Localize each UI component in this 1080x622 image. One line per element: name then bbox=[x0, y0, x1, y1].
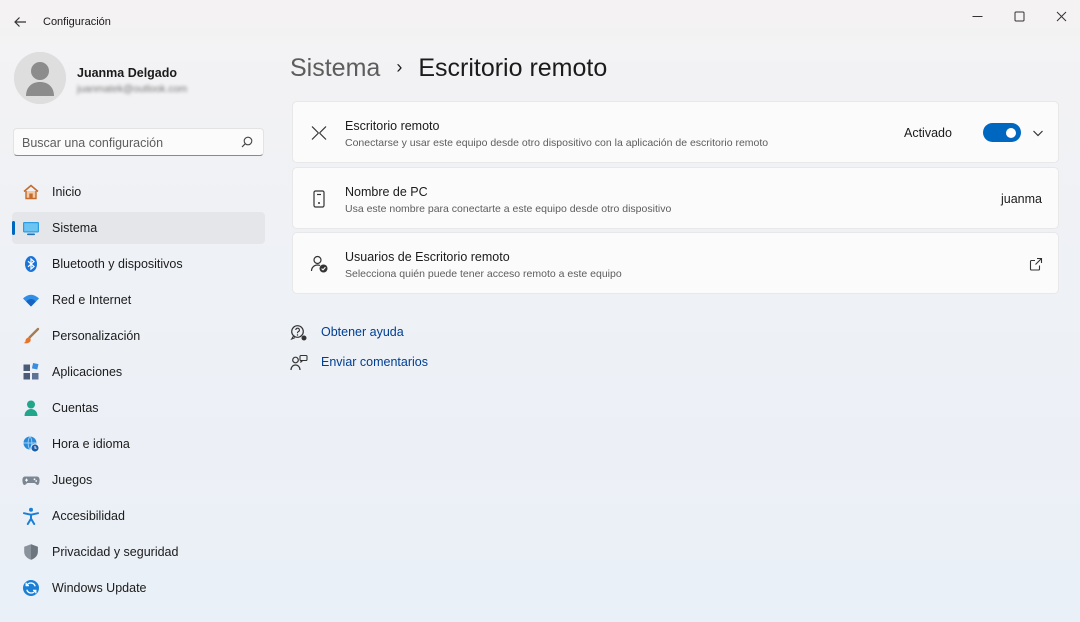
apps-icon bbox=[23, 363, 39, 380]
sidebar-item-label: Sistema bbox=[52, 221, 98, 235]
sidebar-item-label: Accesibilidad bbox=[52, 509, 125, 523]
user-check-icon bbox=[310, 255, 328, 273]
sidebar-item-hora[interactable]: Hora e idioma bbox=[12, 428, 265, 460]
back-arrow-icon[interactable] bbox=[10, 12, 30, 32]
sidebar-item-label: Cuentas bbox=[52, 401, 99, 415]
avatar[interactable] bbox=[14, 52, 66, 104]
sidebar-item-label: Aplicaciones bbox=[52, 365, 123, 379]
brush-icon bbox=[23, 327, 40, 344]
sidebar-item-red[interactable]: Red e Internet bbox=[12, 284, 265, 316]
account-icon bbox=[24, 400, 38, 416]
update-icon bbox=[23, 580, 39, 596]
remote-desktop-icon bbox=[311, 126, 327, 140]
card-title: Usuarios de Escritorio remoto bbox=[345, 250, 510, 264]
sidebar-item-label: Red e Internet bbox=[52, 293, 132, 307]
sidebar-item-inicio[interactable]: Inicio bbox=[12, 176, 265, 208]
sidebar-item-privacidad[interactable]: Privacidad y seguridad bbox=[12, 536, 265, 568]
help-chat-icon bbox=[290, 325, 307, 341]
settings-window: Configuración Juanma Delgado juanmatek@o… bbox=[0, 0, 1080, 622]
toggle-knob bbox=[1006, 127, 1016, 138]
sidebar-item-windows-update[interactable]: Windows Update bbox=[12, 572, 265, 604]
card-description: Usa este nombre para conectarte a este e… bbox=[345, 203, 672, 215]
sidebar-item-label: Bluetooth y dispositivos bbox=[52, 257, 183, 271]
link-label[interactable]: Obtener ayuda bbox=[321, 325, 404, 339]
home-icon bbox=[23, 184, 39, 200]
card-description: Selecciona quién puede tener acceso remo… bbox=[345, 268, 622, 280]
sidebar-item-personalizacion[interactable]: Personalización bbox=[12, 320, 265, 352]
pc-name-value: juanma bbox=[1001, 192, 1042, 206]
maximize-icon[interactable] bbox=[996, 6, 1042, 26]
sidebar-item-label: Windows Update bbox=[52, 581, 147, 595]
sidebar-item-label: Juegos bbox=[52, 473, 93, 487]
sidebar-item-juegos[interactable]: Juegos bbox=[12, 464, 265, 496]
sidebar-item-label: Personalización bbox=[52, 329, 141, 343]
monitor-icon bbox=[23, 222, 39, 236]
app-title: Configuración bbox=[43, 16, 111, 28]
sidebar-item-sistema[interactable]: Sistema bbox=[12, 212, 265, 244]
sidebar-nav: Inicio Sistema Bluetooth y dispositivos … bbox=[12, 176, 265, 608]
card-description: Conectarse y usar este equipo desde otro… bbox=[345, 137, 769, 149]
sidebar-item-accesibilidad[interactable]: Accesibilidad bbox=[12, 500, 265, 532]
gamepad-icon bbox=[22, 476, 40, 485]
search-box[interactable] bbox=[13, 128, 264, 156]
sidebar-item-label: Inicio bbox=[52, 185, 82, 199]
feedback-icon bbox=[290, 354, 308, 371]
remote-desktop-toggle[interactable] bbox=[983, 123, 1021, 142]
title-bar: Configuración bbox=[0, 0, 1080, 44]
search-input[interactable] bbox=[22, 134, 232, 151]
search-icon[interactable] bbox=[241, 136, 253, 148]
sidebar-item-aplicaciones[interactable]: Aplicaciones bbox=[12, 356, 265, 388]
toggle-status-text: Activado bbox=[904, 126, 952, 140]
remote-desktop-card[interactable]: Escritorio remoto Conectarse y usar este… bbox=[292, 101, 1059, 163]
sidebar-item-bluetooth[interactable]: Bluetooth y dispositivos bbox=[12, 248, 265, 280]
card-title: Nombre de PC bbox=[345, 185, 428, 199]
user-email: juanmatek@outlook.com bbox=[77, 84, 188, 95]
sidebar-item-label: Hora e idioma bbox=[52, 437, 130, 451]
sidebar-item-label: Privacidad y seguridad bbox=[52, 545, 179, 559]
chevron-right-icon: › bbox=[396, 57, 403, 77]
pc-name-card: Nombre de PC Usa este nombre para conect… bbox=[292, 167, 1059, 229]
minimize-icon[interactable] bbox=[954, 6, 1000, 26]
breadcrumb-parent[interactable]: Sistema bbox=[290, 54, 380, 82]
globe-clock-icon bbox=[23, 436, 40, 453]
breadcrumb: Sistema › Escritorio remoto bbox=[290, 54, 607, 83]
link-label[interactable]: Enviar comentarios bbox=[321, 355, 428, 369]
chevron-down-icon[interactable] bbox=[1031, 126, 1045, 140]
close-icon[interactable] bbox=[1038, 6, 1080, 26]
open-external-icon[interactable] bbox=[1029, 257, 1043, 271]
card-title: Escritorio remoto bbox=[345, 119, 440, 133]
sidebar-item-cuentas[interactable]: Cuentas bbox=[12, 392, 265, 424]
accessibility-icon bbox=[23, 507, 39, 525]
shield-icon bbox=[24, 544, 38, 560]
bluetooth-icon bbox=[25, 256, 37, 272]
user-name: Juanma Delgado bbox=[77, 66, 178, 80]
wifi-icon bbox=[23, 294, 39, 307]
page-title: Escritorio remoto bbox=[418, 54, 608, 82]
remote-desktop-users-card[interactable]: Usuarios de Escritorio remoto Selecciona… bbox=[292, 232, 1059, 294]
pc-tower-icon bbox=[313, 190, 325, 208]
